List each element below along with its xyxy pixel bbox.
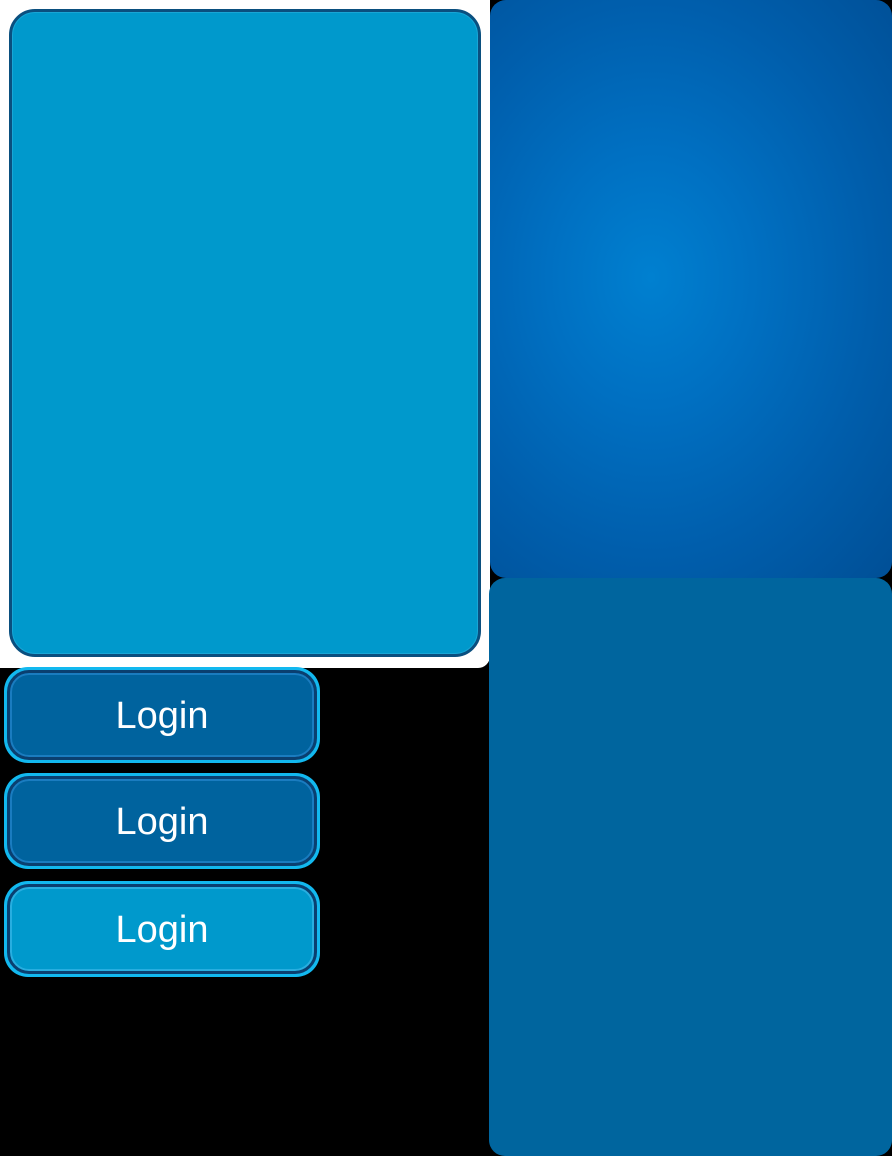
login-button-frame-1: Login (4, 667, 320, 763)
login-button-hover[interactable]: Login (7, 776, 317, 866)
login-button-frame-2: Login (4, 773, 320, 869)
light-panel-frame (0, 0, 490, 668)
login-button-frame-3: Login (4, 881, 320, 977)
login-button-normal[interactable]: Login (7, 670, 317, 760)
flat-blue-panel (489, 578, 892, 1156)
radial-gradient-panel (490, 0, 892, 578)
login-button-label: Login (115, 909, 209, 951)
login-button-label: Login (115, 695, 209, 737)
light-blue-panel (9, 9, 481, 657)
login-button-label: Login (115, 801, 209, 843)
login-button-pressed[interactable]: Login (7, 884, 317, 974)
